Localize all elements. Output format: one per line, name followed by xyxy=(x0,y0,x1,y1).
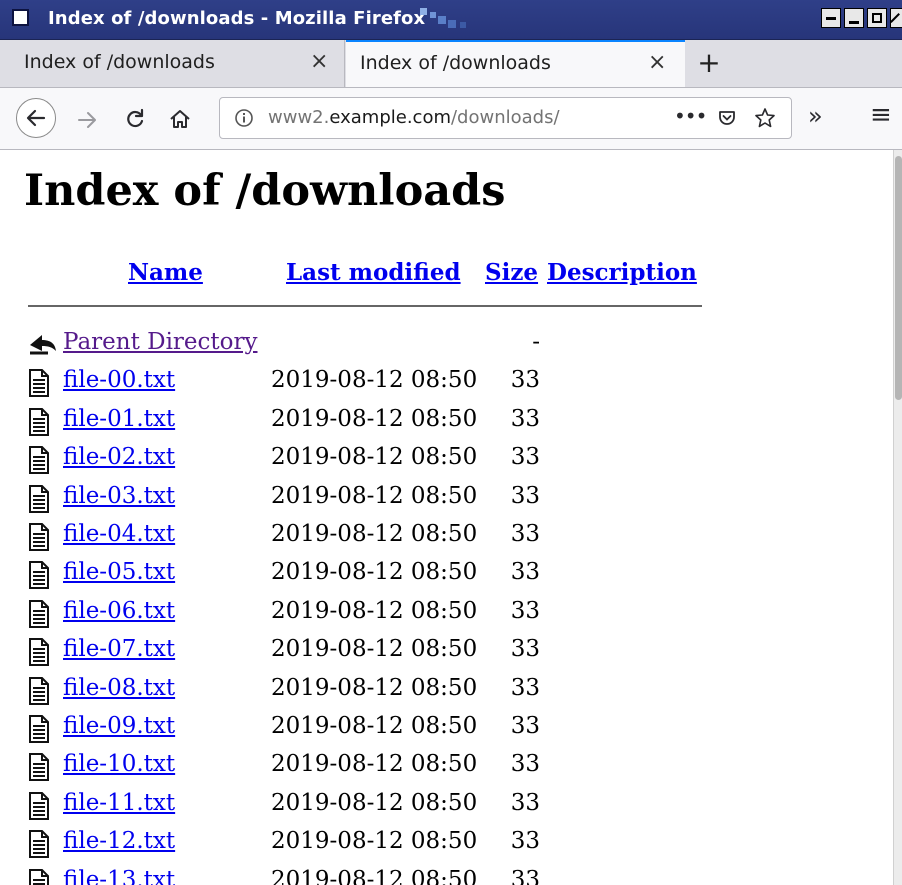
list-item-file: file-11.txt 2019-08-12 08:50 33 xyxy=(0,788,893,824)
scrollbar-thumb[interactable] xyxy=(895,156,902,400)
file-size: 33 xyxy=(510,751,540,778)
column-header-size[interactable]: Size xyxy=(485,259,538,286)
file-size: 33 xyxy=(510,444,540,471)
back-button[interactable] xyxy=(16,98,56,138)
window-decoration-icon xyxy=(420,8,466,28)
list-item-file: file-03.txt 2019-08-12 08:50 33 xyxy=(0,481,893,517)
file-size: 33 xyxy=(510,559,540,586)
pocket-icon[interactable] xyxy=(717,108,737,128)
shade-button[interactable] xyxy=(844,8,864,28)
page-actions-icon[interactable]: ••• xyxy=(674,104,707,128)
back-arrow-icon xyxy=(26,109,46,127)
tab-index-downloads-2-active[interactable]: Index of /downloads × xyxy=(346,40,685,87)
file-size: 33 xyxy=(510,405,540,432)
vertical-scrollbar[interactable] xyxy=(893,150,902,885)
new-tab-button[interactable]: + xyxy=(694,46,724,79)
list-item-file: file-04.txt 2019-08-12 08:50 33 xyxy=(0,519,893,555)
list-item-file: file-10.txt 2019-08-12 08:50 33 xyxy=(0,749,893,785)
page-title: Index of /downloads xyxy=(24,166,506,216)
forward-arrow-icon[interactable] xyxy=(76,109,98,131)
file-size: 33 xyxy=(510,636,540,663)
window-titlebar[interactable]: Index of /downloads - Mozilla Firefox xyxy=(0,0,902,40)
header-divider xyxy=(28,305,702,307)
file-size: 33 xyxy=(510,597,540,624)
list-item-file: file-00.txt 2019-08-12 08:50 33 xyxy=(0,365,893,401)
minimize-button[interactable] xyxy=(821,8,841,28)
list-item-parent-directory: Parent Directory - xyxy=(0,327,893,363)
tab-label: Index of /downloads xyxy=(24,51,215,73)
navigation-toolbar: www2.example.com/downloads/ ••• » ≡ xyxy=(0,88,902,150)
tab-close-icon[interactable]: × xyxy=(310,49,328,74)
hamburger-menu-icon[interactable]: ≡ xyxy=(870,100,892,130)
toolbar-overflow-icon[interactable]: » xyxy=(808,102,823,130)
tab-index-downloads-1[interactable]: Index of /downloads × xyxy=(0,40,345,87)
file-size: 33 xyxy=(510,521,540,547)
file-size: 33 xyxy=(510,367,540,394)
site-info-icon[interactable] xyxy=(234,108,254,128)
list-item-file: file-13.txt 2019-08-12 08:50 33 xyxy=(0,865,893,885)
page-content[interactable]: Index of /downloads Name Last modified S… xyxy=(0,150,893,885)
list-item-file: file-07.txt 2019-08-12 08:50 33 xyxy=(0,634,893,670)
list-item-file: file-09.txt 2019-08-12 08:50 33 xyxy=(0,711,893,747)
column-header-last-modified[interactable]: Last modified xyxy=(286,259,461,286)
url-path: /downloads/ xyxy=(450,107,560,128)
column-header-description[interactable]: Description xyxy=(547,259,697,286)
parent-size: - xyxy=(532,329,540,355)
close-window-button[interactable] xyxy=(890,8,902,28)
tab-close-icon[interactable]: × xyxy=(648,50,666,75)
list-item-file: file-02.txt 2019-08-12 08:50 33 xyxy=(0,442,893,478)
list-item-file: file-08.txt 2019-08-12 08:50 33 xyxy=(0,673,893,709)
maximize-button[interactable] xyxy=(867,8,887,28)
tab-strip: Index of /downloads × Index of /download… xyxy=(0,40,902,88)
url-text[interactable]: www2.example.com/downloads/ xyxy=(268,107,560,128)
window-menu-icon[interactable] xyxy=(12,9,29,26)
home-icon[interactable] xyxy=(168,107,192,131)
url-domain: example.com xyxy=(329,107,451,128)
reload-icon[interactable] xyxy=(124,108,146,130)
file-size: 33 xyxy=(510,713,540,739)
file-size: 33 xyxy=(510,674,540,701)
list-item-file: file-05.txt 2019-08-12 08:50 33 xyxy=(0,557,893,593)
file-size: 33 xyxy=(510,789,540,816)
list-item-file: file-01.txt 2019-08-12 08:50 33 xyxy=(0,404,893,440)
bookmark-star-icon[interactable] xyxy=(754,107,776,129)
window-title: Index of /downloads - Mozilla Firefox xyxy=(48,8,426,29)
file-size: 33 xyxy=(510,828,540,855)
file-size: 33 xyxy=(510,866,540,885)
column-header-name[interactable]: Name xyxy=(128,259,203,286)
url-subdomain: www2. xyxy=(268,107,330,128)
list-item-file: file-06.txt 2019-08-12 08:50 33 xyxy=(0,596,893,632)
list-item-file: file-12.txt 2019-08-12 08:50 33 xyxy=(0,826,893,862)
url-bar[interactable]: www2.example.com/downloads/ ••• xyxy=(219,97,792,139)
file-size: 33 xyxy=(510,482,540,509)
tab-label: Index of /downloads xyxy=(360,52,551,74)
